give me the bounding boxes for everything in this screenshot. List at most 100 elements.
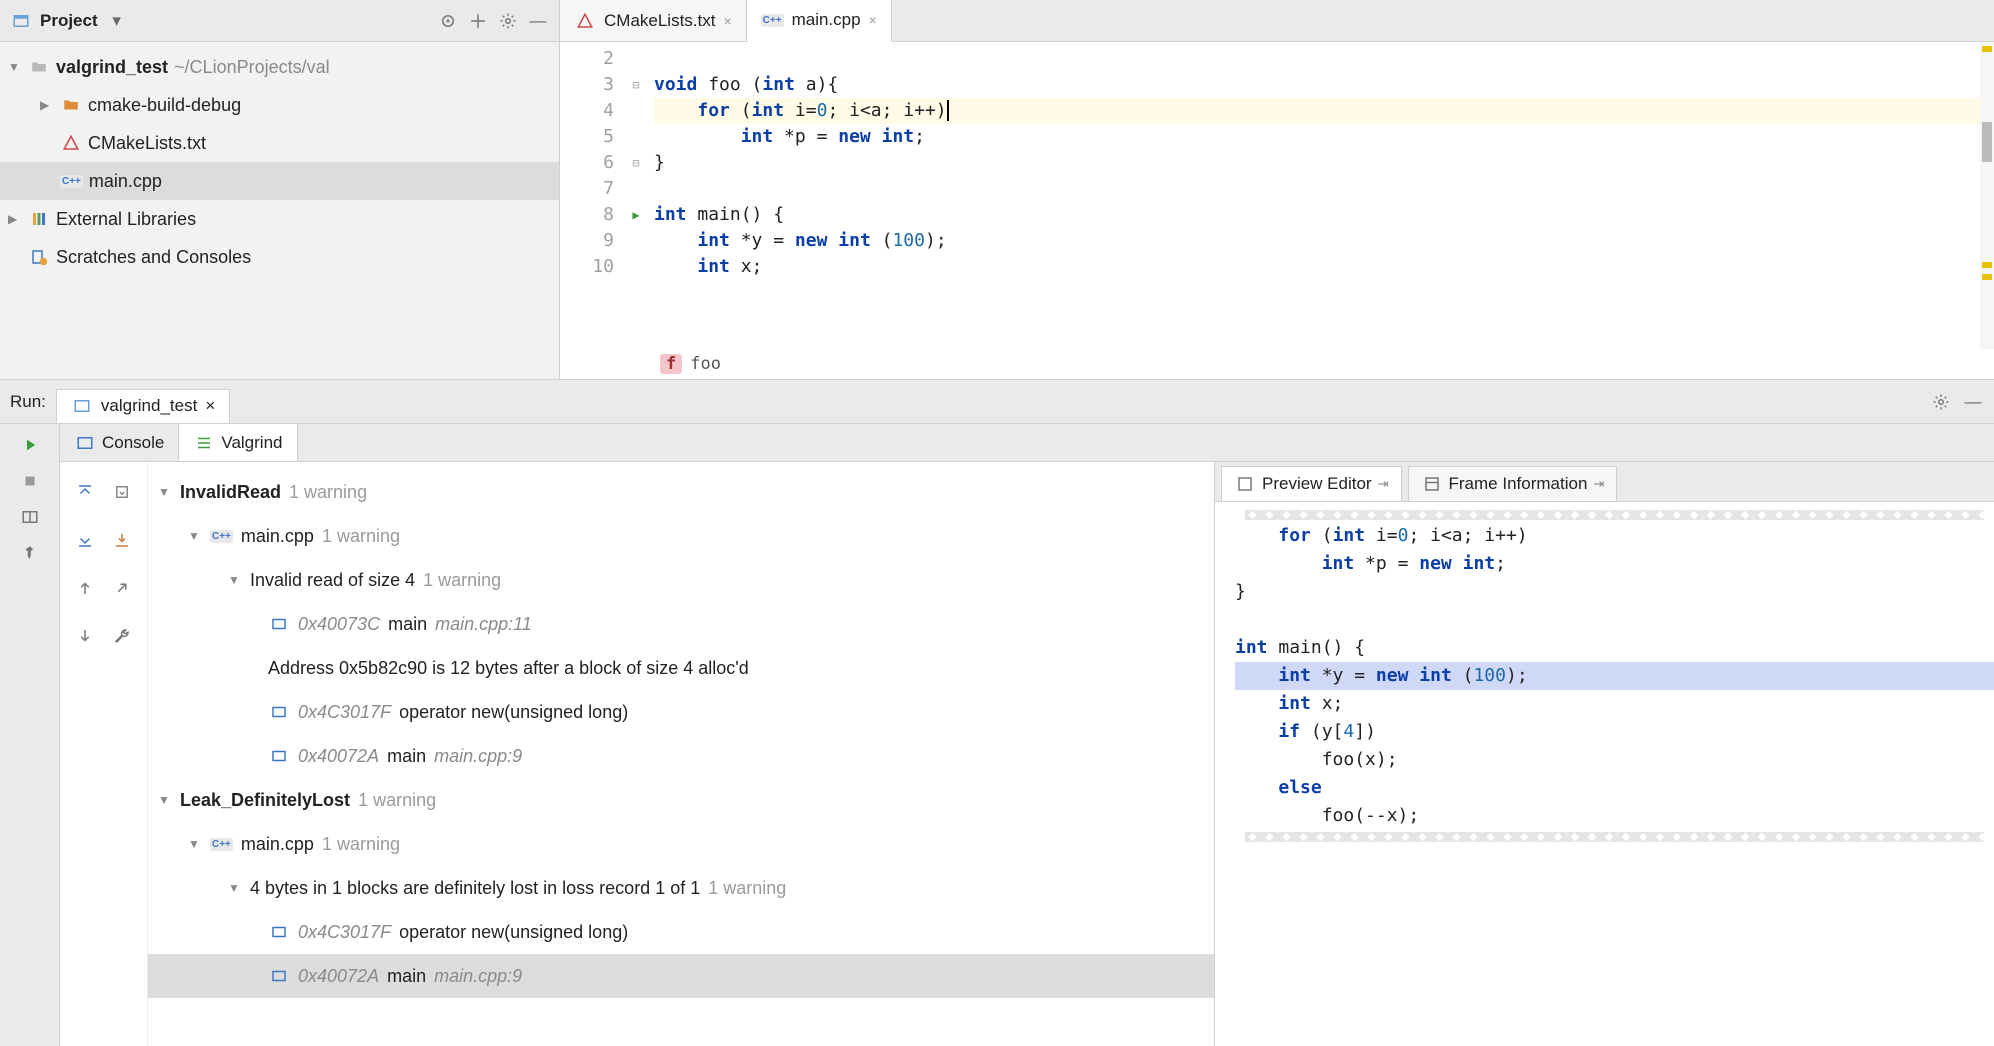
console-tab[interactable]: Console bbox=[60, 424, 179, 461]
cmake-icon bbox=[60, 132, 82, 154]
tree-external-libs[interactable]: ▶ External Libraries bbox=[0, 200, 559, 238]
tab-cmakelists[interactable]: CMakeLists.txt × bbox=[560, 0, 747, 41]
vg-frame[interactable]: 0x4C3017F operator new(unsigned long) bbox=[148, 690, 1214, 734]
prev-icon[interactable] bbox=[68, 566, 102, 610]
line-gutter: 2 3 4 5 6 7 8 9 10 bbox=[560, 42, 624, 349]
tree-scratches[interactable]: Scratches and Consoles bbox=[0, 238, 559, 276]
next-icon[interactable] bbox=[68, 614, 102, 658]
run-toolwindow-header: Run: valgrind_test × — bbox=[0, 380, 1994, 424]
layout-icon[interactable] bbox=[19, 506, 41, 528]
code-line: } bbox=[1235, 578, 1994, 606]
frame-icon bbox=[268, 745, 290, 767]
error-stripe[interactable] bbox=[1980, 42, 1994, 349]
editor-tabbar: CMakeLists.txt × C++ main.cpp × bbox=[560, 0, 1994, 42]
code-line: else bbox=[1235, 774, 1994, 802]
code-line: if (y[4]) bbox=[1235, 718, 1994, 746]
code-line-highlighted: int *y = new int (100); bbox=[1235, 662, 1994, 690]
wrench-icon[interactable] bbox=[106, 614, 140, 658]
fold-divider bbox=[1245, 832, 1984, 842]
vg-file[interactable]: ▼ C++ main.cpp 1 warning bbox=[148, 514, 1214, 558]
frame-icon bbox=[268, 921, 290, 943]
code-line bbox=[654, 176, 1994, 202]
code-line: for (int i=0; i<a; i++) bbox=[654, 98, 1994, 124]
stop-icon[interactable] bbox=[19, 470, 41, 492]
project-sidebar: Project ▾ — ▼ bbox=[0, 0, 560, 379]
code-line bbox=[654, 46, 1994, 72]
pin-icon[interactable]: ⇥ bbox=[1593, 476, 1604, 492]
fold-gutter: ⊟⊟▶ bbox=[624, 42, 648, 349]
frame-icon bbox=[268, 613, 290, 635]
cpp-icon: C++ bbox=[210, 530, 233, 543]
pin-icon[interactable]: ⇥ bbox=[1378, 476, 1389, 492]
code-line: foo(--x); bbox=[1235, 802, 1994, 830]
tab-label: Valgrind bbox=[221, 433, 282, 453]
valgrind-toolbar bbox=[60, 462, 148, 1046]
cpp-icon: C++ bbox=[761, 14, 784, 27]
collapse-icon[interactable] bbox=[467, 10, 489, 32]
close-icon[interactable]: × bbox=[723, 13, 731, 29]
scratches-icon bbox=[28, 246, 50, 268]
run-config-icon bbox=[71, 395, 93, 417]
fold-divider bbox=[1245, 510, 1984, 520]
tree-project-root[interactable]: ▼ valgrind_test ~/CLionProjects/val bbox=[0, 48, 559, 86]
tab-main-cpp[interactable]: C++ main.cpp × bbox=[747, 0, 892, 42]
valgrind-tab[interactable]: Valgrind bbox=[179, 424, 297, 461]
tree-label: Scratches and Consoles bbox=[56, 247, 251, 268]
vg-frame[interactable]: 0x40073C main main.cpp:11 bbox=[148, 602, 1214, 646]
code-line: int x; bbox=[654, 254, 1994, 280]
run-config-name: valgrind_test bbox=[101, 396, 197, 416]
tree-cmakelists[interactable]: CMakeLists.txt bbox=[0, 124, 559, 162]
tree-main-cpp[interactable]: C++ main.cpp bbox=[0, 162, 559, 200]
preview-editor-tab[interactable]: Preview Editor ⇥ bbox=[1221, 466, 1402, 501]
vg-category[interactable]: ▼ InvalidRead 1 warning bbox=[148, 470, 1214, 514]
rerun-icon[interactable] bbox=[19, 434, 41, 456]
target-icon[interactable] bbox=[437, 10, 459, 32]
run-config-tab[interactable]: valgrind_test × bbox=[56, 389, 230, 423]
preview-editor[interactable]: for (int i=0; i<a; i++) int *p = new int… bbox=[1215, 502, 1994, 1046]
export-icon[interactable] bbox=[106, 518, 140, 562]
tab-label: Console bbox=[102, 433, 164, 453]
chevron-down-icon[interactable]: ▾ bbox=[106, 10, 128, 32]
folder-icon bbox=[60, 94, 82, 116]
run-label: Run: bbox=[10, 392, 46, 412]
vg-frame[interactable]: 0x40072A main main.cpp:9 bbox=[148, 954, 1214, 998]
frame-info-tab[interactable]: Frame Information ⇥ bbox=[1408, 466, 1618, 501]
open-new-icon[interactable] bbox=[106, 566, 140, 610]
hide-icon[interactable]: — bbox=[1962, 391, 1984, 413]
collapse-all-icon[interactable] bbox=[68, 518, 102, 562]
tree-label: main.cpp bbox=[89, 171, 162, 192]
project-name: valgrind_test bbox=[56, 57, 168, 78]
tab-label: Frame Information bbox=[1449, 474, 1588, 494]
vg-message[interactable]: ▼ 4 bytes in 1 blocks are definitely los… bbox=[148, 866, 1214, 910]
vg-frame[interactable]: 0x4C3017F operator new(unsigned long) bbox=[148, 910, 1214, 954]
folder-icon bbox=[28, 56, 50, 78]
breadcrumb[interactable]: f foo bbox=[560, 349, 1994, 379]
close-icon[interactable]: × bbox=[205, 396, 215, 416]
tree-cmake-build[interactable]: ▶ cmake-build-debug bbox=[0, 86, 559, 124]
code-line: void foo (int a){ bbox=[654, 72, 1994, 98]
valgrind-icon bbox=[193, 432, 215, 454]
cmake-icon bbox=[574, 10, 596, 32]
gear-icon[interactable] bbox=[497, 10, 519, 32]
vg-info[interactable]: Address 0x5b82c90 is 12 bytes after a bl… bbox=[148, 646, 1214, 690]
pin-icon[interactable] bbox=[19, 542, 41, 564]
frame-icon bbox=[268, 965, 290, 987]
code-line: int *p = new int; bbox=[1235, 550, 1994, 578]
valgrind-tree[interactable]: ▼ InvalidRead 1 warning ▼ C++ main.cpp 1… bbox=[148, 462, 1214, 1046]
code-line: int *y = new int (100); bbox=[654, 228, 1994, 254]
code-editor[interactable]: 2 3 4 5 6 7 8 9 10 ⊟⊟▶ void foo (int a){ bbox=[560, 42, 1994, 349]
autoscroll-icon[interactable] bbox=[106, 470, 140, 514]
vg-category[interactable]: ▼ Leak_DefinitelyLost 1 warning bbox=[148, 778, 1214, 822]
vg-message[interactable]: ▼ Invalid read of size 4 1 warning bbox=[148, 558, 1214, 602]
cpp-icon: C++ bbox=[210, 838, 233, 851]
vg-frame[interactable]: 0x40072A main main.cpp:9 bbox=[148, 734, 1214, 778]
hide-icon[interactable]: — bbox=[527, 10, 549, 32]
vg-file[interactable]: ▼ C++ main.cpp 1 warning bbox=[148, 822, 1214, 866]
close-icon[interactable]: × bbox=[869, 12, 877, 28]
code-line: int main() { bbox=[654, 202, 1994, 228]
gear-icon[interactable] bbox=[1930, 391, 1952, 413]
library-icon bbox=[28, 208, 50, 230]
code-line: for (int i=0; i<a; i++) bbox=[1235, 522, 1994, 550]
expand-all-icon[interactable] bbox=[68, 470, 102, 514]
project-title[interactable]: Project bbox=[40, 11, 98, 31]
